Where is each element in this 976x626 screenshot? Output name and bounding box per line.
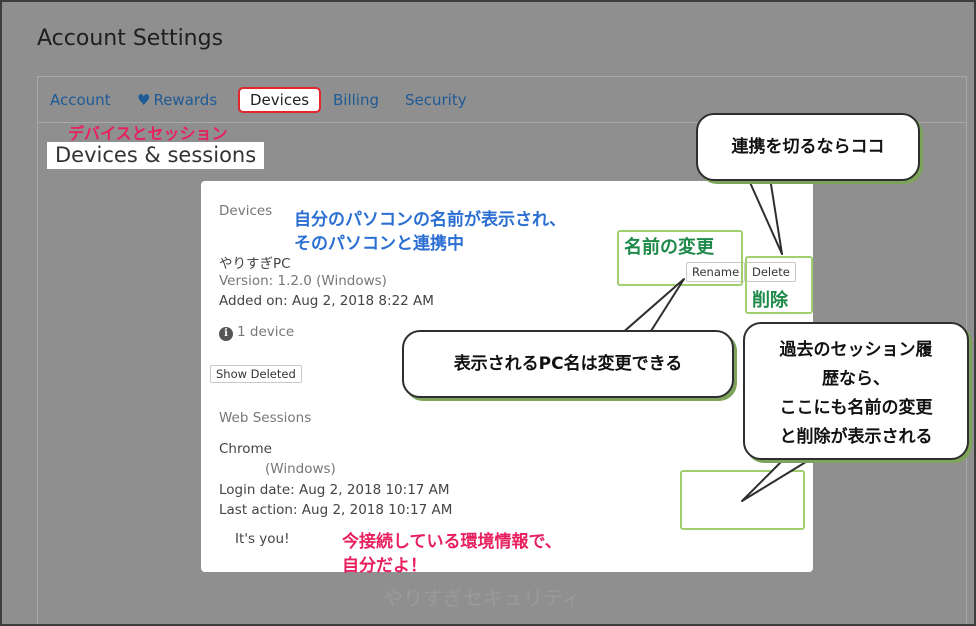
disconnect-callout: 連携を切るならココ (696, 113, 920, 181)
pc-name-callout: 表示されるPC名は変更できる (402, 330, 734, 398)
callout-tails (611, 177, 815, 502)
watermark: やりすぎセキュリティ (383, 586, 582, 610)
history-callout-overlay (743, 322, 969, 460)
